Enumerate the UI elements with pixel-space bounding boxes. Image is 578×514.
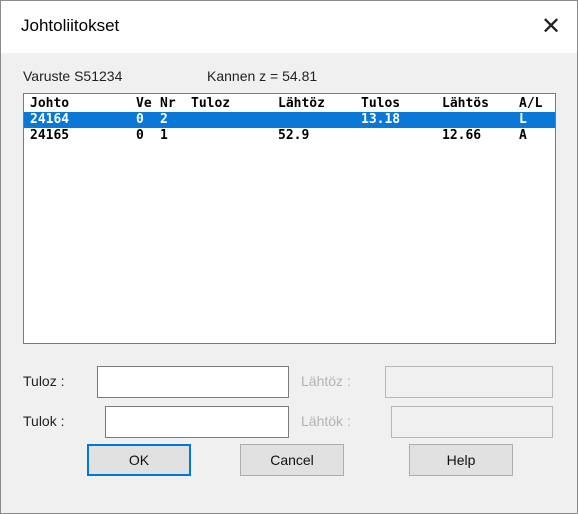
tuloz-input[interactable] (97, 366, 289, 398)
cell-johto: 24165 (30, 128, 70, 143)
cell-lahtos: 12.66 (442, 128, 482, 143)
tuloz-label: Tuloz : (23, 373, 65, 389)
help-button[interactable]: Help (409, 444, 513, 476)
johtoliitokset-dialog: Johtoliitokset ✕ Varuste S51234 Kannen z… (0, 0, 578, 514)
list-item[interactable]: 24165 0 1 52.9 12.66 A (24, 128, 555, 144)
header-lahtos: Lähtös (442, 96, 489, 111)
title-bar: Johtoliitokset ✕ (1, 1, 577, 53)
ok-button[interactable]: OK (87, 444, 191, 476)
cell-nr: 1 (160, 128, 168, 143)
header-tuloz: Tuloz (191, 96, 231, 111)
connections-list[interactable]: Johto Ve Nr Tuloz Lähtöz Tulos Lähtös A/… (23, 93, 556, 344)
list-header-row: Johto Ve Nr Tuloz Lähtöz Tulos Lähtös A/… (24, 96, 555, 112)
list-item-selected[interactable]: 24164 0 2 13.18 L (24, 112, 555, 128)
lahtok-label: Lähtök : (301, 413, 351, 429)
lahtoz-label: Lähtöz : (301, 373, 351, 389)
kannen-z-label: Kannen z = 54.81 (207, 68, 318, 84)
header-johto: Johto (30, 96, 70, 111)
header-nr: Nr (160, 96, 176, 111)
tulok-label: Tulok : (23, 413, 65, 429)
cancel-button[interactable]: Cancel (240, 444, 344, 476)
cell-al: L (519, 112, 527, 127)
cell-lahtoz: 52.9 (278, 128, 310, 143)
cell-al: A (519, 128, 527, 143)
lahtok-input (391, 406, 553, 438)
cell-tulos: 13.18 (361, 112, 401, 127)
lahtoz-input (385, 366, 553, 398)
header-ve: Ve (136, 96, 152, 111)
tulok-input[interactable] (105, 406, 289, 438)
header-tulos: Tulos (361, 96, 401, 111)
cell-nr: 2 (160, 112, 168, 127)
cell-johto: 24164 (30, 112, 70, 127)
varuste-label: Varuste S51234 (23, 68, 123, 84)
header-lahtoz: Lähtöz (278, 96, 325, 111)
cell-ve: 0 (136, 128, 144, 143)
header-al: A/L (519, 96, 543, 111)
window-title: Johtoliitokset (21, 16, 120, 35)
cell-ve: 0 (136, 112, 144, 127)
close-icon[interactable]: ✕ (535, 11, 567, 43)
